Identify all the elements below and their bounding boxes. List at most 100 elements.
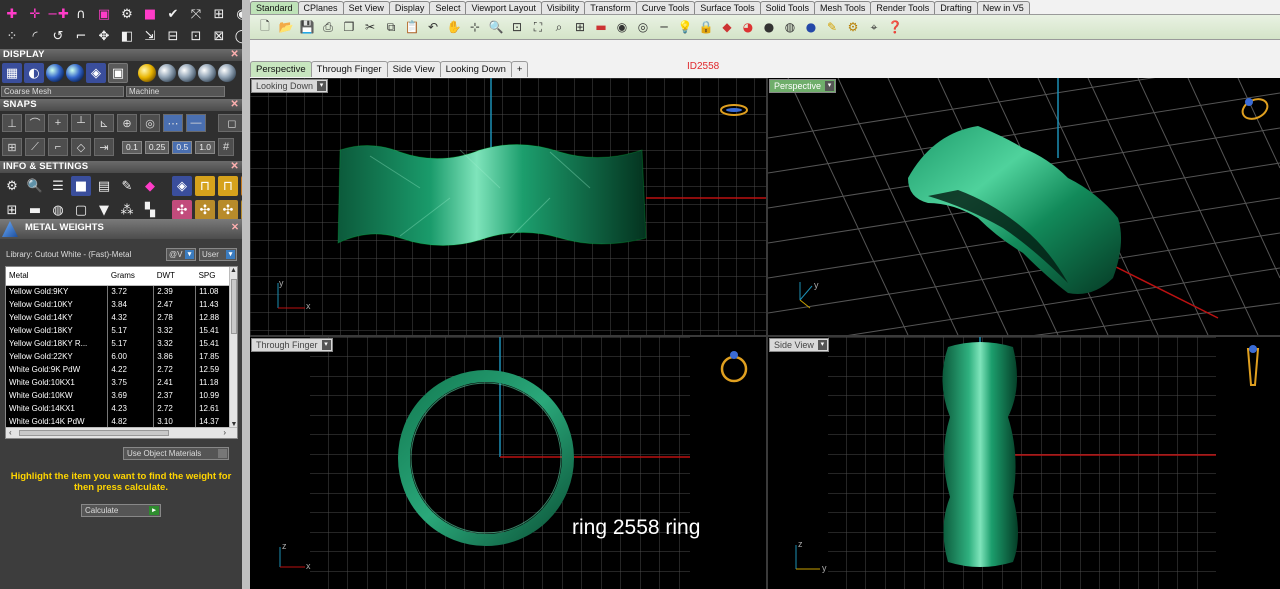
table-row[interactable]: White Gold:10KW 3.69 2.37 10.99 [6, 389, 232, 402]
scale-icon[interactable]: ⇲ [140, 26, 160, 46]
snap-quad-icon[interactable]: — [186, 114, 206, 132]
add-viewport-tab-button[interactable]: + [510, 61, 529, 77]
horizontal-scrollbar[interactable]: ‹ › [6, 427, 237, 438]
scroll-thumb[interactable] [231, 279, 237, 334]
scroll-left-icon[interactable]: ‹ [9, 428, 12, 437]
scroll-up-icon[interactable]: ▲ [230, 267, 237, 274]
silver-material-icon[interactable] [158, 64, 176, 82]
display-mode-icon[interactable]: ▣ [108, 63, 128, 83]
close-icon[interactable]: ✕ [230, 161, 239, 173]
snap-ortho-icon[interactable]: ⌐ [48, 138, 68, 156]
prong-icon[interactable]: ⊓ [195, 176, 215, 196]
rendered-icon[interactable] [46, 64, 64, 82]
cube-icon[interactable]: ■ [140, 4, 160, 24]
snap-value-2[interactable]: 0.5 [172, 140, 193, 154]
glossy-icon[interactable] [66, 64, 84, 82]
scroll-right-icon[interactable]: › [223, 428, 226, 437]
fillet-icon[interactable]: ⌐ [71, 26, 91, 46]
array-icon[interactable]: ⊠ [209, 26, 229, 46]
help-icon[interactable]: ❓ [886, 18, 904, 36]
viewport-side-view[interactable]: Side View ▾ z y [768, 337, 1280, 589]
toolbar-tab-render-tools[interactable]: Render Tools [870, 1, 936, 14]
bail-icon[interactable]: ✣ [218, 200, 238, 220]
viewport-label-through-finger[interactable]: Through Finger ▾ [251, 338, 333, 352]
toolbar-tab-new-in-v5[interactable]: New in V5 [976, 1, 1030, 14]
toolbar-tab-viewport-layout[interactable]: Viewport Layout [465, 1, 542, 14]
document-icon[interactable]: ▤ [94, 176, 114, 196]
toolbar-tab-drafting[interactable]: Drafting [934, 1, 978, 14]
curve-icon[interactable]: ◜ [25, 26, 45, 46]
copy-icon[interactable]: ⧉ [382, 18, 400, 36]
cplane-icon[interactable]: ◎ [634, 18, 652, 36]
viewport-tab-perspective[interactable]: Perspective [250, 61, 312, 77]
white-material-icon[interactable] [178, 64, 196, 82]
render-select[interactable]: Machine [126, 86, 225, 97]
solid-icon[interactable]: ■ [71, 176, 91, 196]
cube-outline-icon[interactable]: ▢ [71, 200, 91, 220]
table-row[interactable]: White Gold:10KX1 3.75 2.41 11.18 [6, 376, 232, 389]
toolbar-tab-transform[interactable]: Transform [584, 1, 637, 14]
open-folder-icon[interactable]: 📂 [277, 18, 295, 36]
toolbar-tab-set-view[interactable]: Set View [342, 1, 390, 14]
color-wheel-icon[interactable]: ◕ [739, 18, 757, 36]
column-header-dwt[interactable]: DWT [153, 267, 196, 286]
chrome-material-icon[interactable] [218, 64, 236, 82]
snap-planar-icon[interactable]: ◇ [71, 138, 91, 156]
close-icon[interactable]: ✕ [230, 99, 239, 111]
snap-int-icon[interactable]: ⊕ [117, 114, 137, 132]
zoom-extents-icon[interactable]: ⛶ [529, 18, 547, 36]
metal-table[interactable]: Metal Grams DWT SPG Yellow Gold:9KY 3.72 2.39… [5, 266, 238, 439]
toolbar-tab-cplanes[interactable]: CPlanes [297, 1, 344, 14]
wireframe-icon[interactable]: ▦ [2, 63, 22, 83]
car-icon[interactable]: ▬ [592, 18, 610, 36]
subtract-icon[interactable]: −✚ [47, 4, 69, 24]
circle-icon[interactable]: ◯ [232, 26, 242, 46]
funnel-icon[interactable]: ▼ [94, 200, 114, 220]
viewport-tab-looking-down[interactable]: Looking Down [439, 61, 512, 77]
save-icon[interactable]: 💾 [298, 18, 316, 36]
box-select-icon[interactable]: ▣ [94, 4, 114, 24]
grid-icon[interactable]: ⊞ [2, 200, 22, 220]
toolbar-tab-curve-tools[interactable]: Curve Tools [635, 1, 696, 14]
zoom-window-icon[interactable]: ⊡ [508, 18, 526, 36]
snap-grid-toggle-icon[interactable]: # [218, 138, 235, 156]
table-row[interactable]: Yellow Gold:22KY 6.00 3.86 17.85 [6, 350, 232, 363]
search-icon[interactable]: 🔍 [25, 176, 45, 196]
undo-icon[interactable]: ↶ [424, 18, 442, 36]
paste-icon[interactable]: 📋 [403, 18, 421, 36]
move-icon[interactable]: ✥ [94, 26, 114, 46]
viewport-tab-side-view[interactable]: Side View [386, 61, 441, 77]
viewport-perspective[interactable]: Perspective ▾ y [768, 78, 1280, 335]
check-icon[interactable]: ✔ [163, 4, 183, 24]
snap-cen-icon[interactable]: ⊾ [94, 114, 114, 132]
add-point-icon[interactable]: ✚ [2, 4, 22, 24]
snap-line-icon[interactable]: ⟋ [25, 138, 45, 156]
shaded-icon[interactable]: ◐ [24, 63, 44, 83]
table-row[interactable]: Yellow Gold:14KY 4.32 2.78 12.88 [6, 311, 232, 324]
snap-value-0[interactable]: 0.1 [122, 140, 142, 154]
table-row[interactable]: White Gold:14KX1 4.23 2.72 12.61 [6, 402, 232, 415]
mirror-icon[interactable]: ◧ [117, 26, 137, 46]
close-icon[interactable]: ✕ [231, 222, 239, 233]
gumball-icon[interactable]: ⚙ [117, 4, 137, 24]
viewport-looking-down[interactable]: Looking Down ▾ y x [250, 78, 766, 335]
zoom-selected-icon[interactable]: ⌕ [550, 18, 568, 36]
align-icon[interactable]: ⊡ [186, 26, 206, 46]
snap-perp-icon[interactable]: ◎ [140, 114, 160, 132]
viewport-grid-icon[interactable]: ⊞ [571, 18, 589, 36]
snap-near-icon[interactable]: ⌒ [25, 114, 45, 132]
platinum-material-icon[interactable] [198, 64, 216, 82]
render-preview-icon[interactable]: ● [802, 18, 820, 36]
new-file-icon[interactable]: 🗋 [256, 18, 274, 36]
table-row[interactable]: Yellow Gold:18KY 5.17 3.32 15.41 [6, 324, 232, 337]
color-icon[interactable]: ◆ [718, 18, 736, 36]
use-object-materials-button[interactable]: Use Object Materials [123, 447, 229, 460]
spiral-icon[interactable]: ↺ [48, 26, 68, 46]
snap-mid-icon[interactable]: ┴ [71, 114, 91, 132]
cutter-icon[interactable]: ✣ [195, 200, 215, 220]
rotate-view-icon[interactable]: ⊹ [466, 18, 484, 36]
snap-knot-icon[interactable]: ◻ [218, 114, 242, 132]
xray-icon[interactable]: ◈ [86, 63, 106, 83]
viewport-tab-through-finger[interactable]: Through Finger [310, 61, 388, 77]
bulb-icon[interactable]: 💡 [676, 18, 694, 36]
